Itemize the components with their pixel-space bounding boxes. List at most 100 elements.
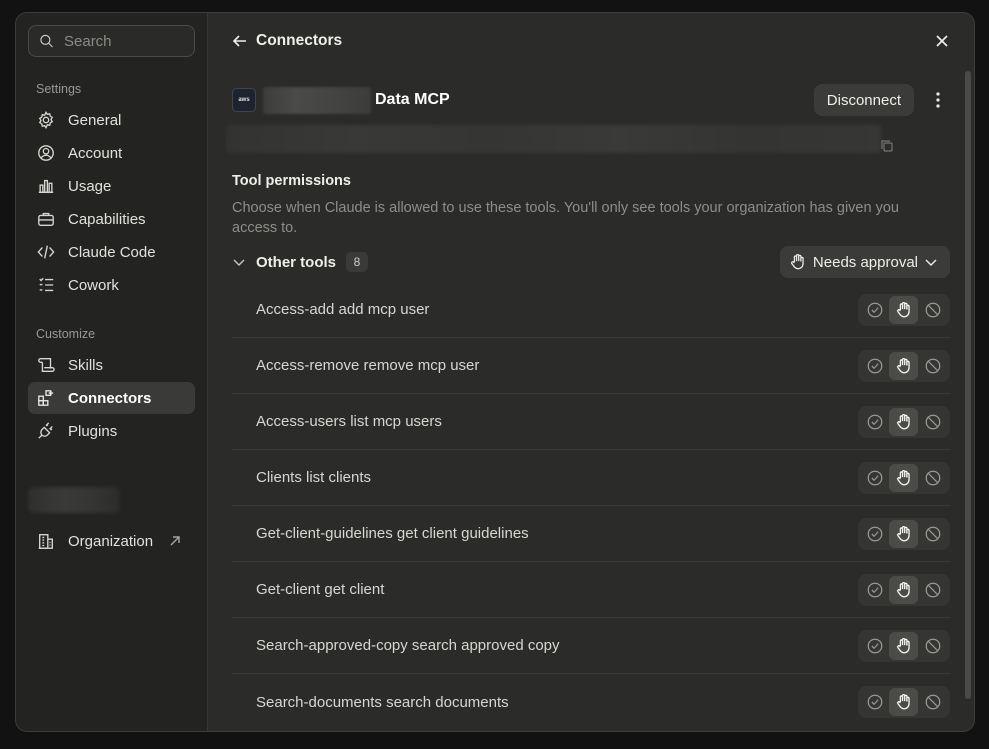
check-circle-icon xyxy=(867,414,882,429)
block-button[interactable] xyxy=(918,352,947,380)
always-allow-button[interactable] xyxy=(860,576,889,604)
building-icon xyxy=(38,534,53,549)
tool-name: Clients list clients xyxy=(256,469,372,486)
group-permission-dropdown[interactable]: Needs approval xyxy=(779,246,950,278)
check-circle-icon xyxy=(867,694,882,710)
hand-icon xyxy=(896,357,910,373)
always-allow-button[interactable] xyxy=(860,520,889,548)
tool-permission-selector xyxy=(858,573,950,606)
tool-group-label: Other tools xyxy=(256,253,337,271)
block-icon xyxy=(925,358,940,373)
block-button[interactable] xyxy=(918,688,947,716)
sidebar-item-label: Plugins xyxy=(68,422,118,440)
tool-group-header[interactable]: Other tools 8 Needs approval xyxy=(232,246,950,278)
needs-approval-button[interactable] xyxy=(889,295,918,324)
settings-section-label: Settings xyxy=(36,82,82,96)
needs-approval-button[interactable] xyxy=(889,575,918,604)
back-button[interactable]: Connectors xyxy=(232,32,342,50)
tool-permission-selector xyxy=(858,293,950,326)
sidebar-item-cowork[interactable]: Cowork xyxy=(28,269,195,301)
block-button[interactable] xyxy=(918,576,947,604)
hand-icon xyxy=(896,413,910,429)
tool-name: Access-users list mcp users xyxy=(256,413,442,430)
always-allow-button[interactable] xyxy=(860,352,889,380)
hand-icon xyxy=(896,693,910,710)
check-circle-icon xyxy=(867,302,882,317)
scrollbar[interactable] xyxy=(965,71,971,699)
close-icon[interactable] xyxy=(934,33,950,49)
tool-row: Access-remove remove mcp user xyxy=(232,338,950,394)
grid-plus-icon xyxy=(38,390,54,406)
chevron-down-icon xyxy=(925,259,937,266)
search-icon xyxy=(40,34,53,48)
sidebar-item-connectors[interactable]: Connectors xyxy=(28,382,195,414)
tool-permissions-description: Choose when Claude is allowed to use the… xyxy=(232,200,899,236)
tool-row: Search-approved-copy search approved cop… xyxy=(232,618,950,674)
always-allow-button[interactable] xyxy=(860,408,889,436)
tool-permission-selector xyxy=(858,686,950,718)
sidebar-item-capabilities[interactable]: Capabilities xyxy=(28,203,195,235)
disconnect-button[interactable]: Disconnect xyxy=(813,84,914,116)
always-allow-button[interactable] xyxy=(860,688,889,716)
block-button[interactable] xyxy=(918,520,947,548)
tool-permission-selector xyxy=(858,629,950,662)
tool-name: Search-approved-copy search approved cop… xyxy=(256,637,560,654)
sidebar-item-organization[interactable]: Organization xyxy=(28,525,195,557)
check-circle-icon xyxy=(867,470,882,485)
arrow-left-icon xyxy=(232,35,246,47)
needs-approval-button[interactable] xyxy=(889,463,918,492)
block-button[interactable] xyxy=(918,464,947,492)
search-input[interactable] xyxy=(64,32,184,50)
search-box[interactable] xyxy=(28,25,195,57)
sidebar-item-label: Account xyxy=(68,144,123,162)
sidebar-item-general[interactable]: General xyxy=(28,104,195,136)
plug-icon xyxy=(38,422,53,439)
chevron-down-icon[interactable] xyxy=(232,255,246,269)
sidebar-item-account[interactable]: Account xyxy=(28,137,195,169)
always-allow-button[interactable] xyxy=(860,464,889,492)
user-circle-icon xyxy=(38,145,54,161)
hand-icon xyxy=(896,525,910,541)
needs-approval-button[interactable] xyxy=(889,351,918,380)
needs-approval-button[interactable] xyxy=(889,688,918,716)
needs-approval-button[interactable] xyxy=(889,519,918,548)
block-button[interactable] xyxy=(918,632,947,660)
sidebar-item-label: Organization xyxy=(68,532,154,550)
tool-permissions-title: Tool permissions xyxy=(232,173,351,189)
sidebar-item-usage[interactable]: Usage xyxy=(28,170,195,202)
block-button[interactable] xyxy=(918,296,947,324)
more-options-icon[interactable] xyxy=(928,90,948,110)
hand-icon xyxy=(790,253,804,270)
needs-approval-button[interactable] xyxy=(889,631,918,660)
redacted-block xyxy=(28,487,120,513)
scroll-icon xyxy=(38,358,55,372)
block-icon xyxy=(925,582,940,597)
connector-header: aws Data MCP Disconnect xyxy=(232,84,950,116)
tool-permission-selector xyxy=(858,349,950,382)
tool-count-badge: 8 xyxy=(346,252,369,272)
block-icon xyxy=(925,638,940,653)
tool-permission-selector xyxy=(858,517,950,550)
tool-row: Get-client-guidelines get client guideli… xyxy=(232,506,950,562)
briefcase-icon xyxy=(38,212,54,226)
block-button[interactable] xyxy=(918,408,947,436)
copy-icon[interactable] xyxy=(880,139,894,153)
block-icon xyxy=(925,414,940,429)
aws-logo: aws xyxy=(232,88,256,112)
always-allow-button[interactable] xyxy=(860,296,889,324)
customize-section-label: Customize xyxy=(36,327,96,341)
tool-name: Access-remove remove mcp user xyxy=(256,357,480,374)
external-link-icon xyxy=(170,536,180,546)
needs-approval-button[interactable] xyxy=(889,407,918,436)
settings-window: Settings General Account Usage Capabilit… xyxy=(15,12,975,732)
sidebar-item-skills[interactable]: Skills xyxy=(28,349,195,381)
always-allow-button[interactable] xyxy=(860,632,889,660)
check-circle-icon xyxy=(867,638,882,653)
block-icon xyxy=(925,302,940,317)
sidebar-item-label: Skills xyxy=(68,356,104,374)
connector-detail-panel: Connectors aws Data MCP Disconnect Tool … xyxy=(208,13,974,731)
sidebar-item-plugins[interactable]: Plugins xyxy=(28,415,195,447)
sidebar-item-claude-code[interactable]: Claude Code xyxy=(28,236,195,268)
check-circle-icon xyxy=(867,358,882,373)
tool-name: Get-client-guidelines get client guideli… xyxy=(256,525,529,542)
